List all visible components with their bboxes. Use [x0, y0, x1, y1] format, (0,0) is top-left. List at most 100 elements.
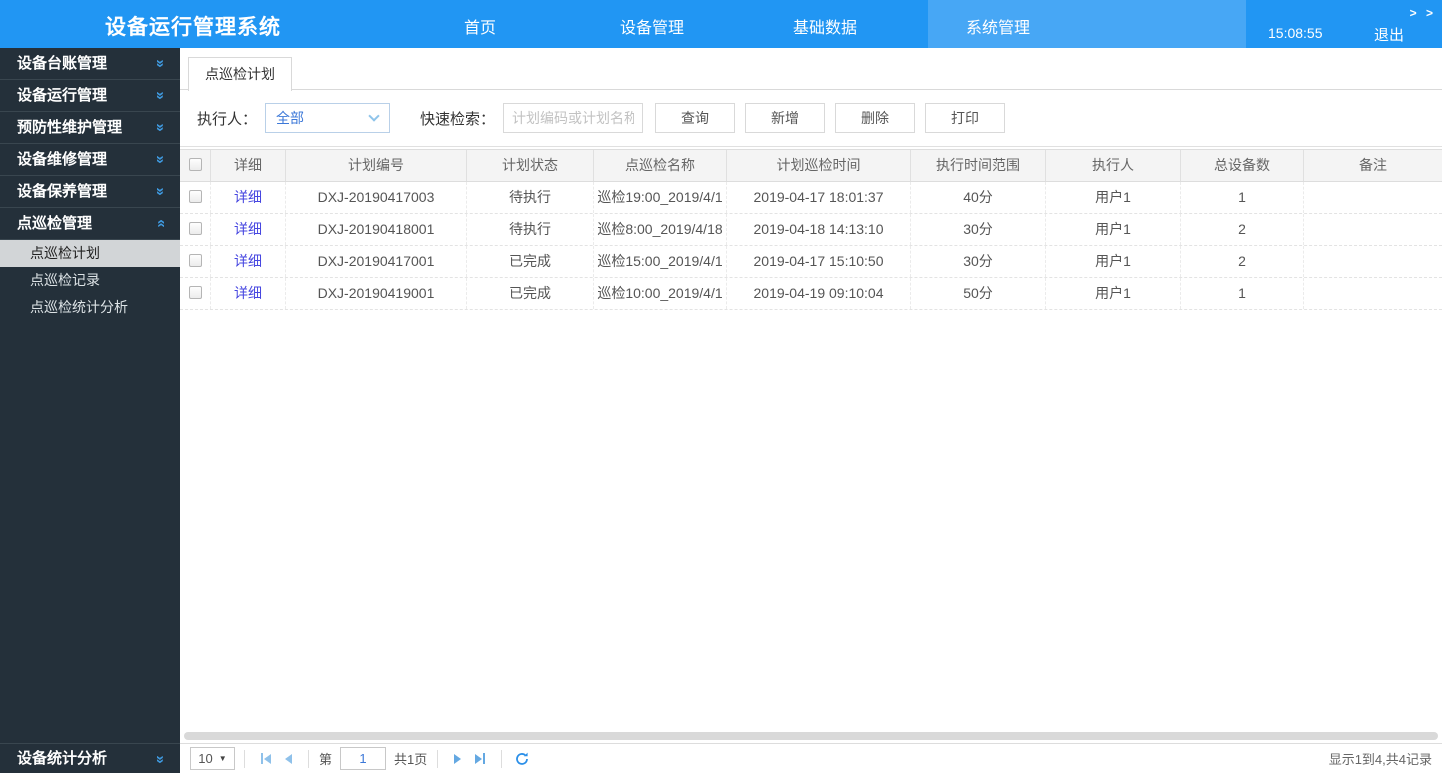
cell-duration: 30分 [911, 214, 1046, 245]
sidebar-item-label: 设备统计分析 [17, 750, 108, 767]
divider [244, 749, 245, 768]
print-button[interactable]: 打印 [925, 103, 1006, 133]
horizontal-scrollbar [180, 730, 1442, 743]
table-row: 详细 DXJ-20190417001 已完成 巡检15:00_2019/4/1 2019… [180, 246, 1442, 278]
prev-page-button[interactable] [285, 753, 292, 764]
cell-executor: 用户1 [1046, 182, 1181, 213]
caret-down-icon: ▼ [218, 754, 227, 763]
sidebar-item-bottom[interactable]: 设备统计分析 » [0, 743, 180, 773]
topnav-item-1[interactable]: 首页 [464, 14, 496, 38]
cell-name: 巡检8:00_2019/4/18 [594, 214, 727, 245]
cell-device-count: 2 [1181, 246, 1304, 277]
cell-status: 待执行 [467, 214, 594, 245]
column-header-6: 执行时间范围 [911, 150, 1046, 181]
cell-note [1304, 214, 1442, 245]
chevron-double-down-icon: » [152, 155, 169, 164]
detail-cell: 详细 [211, 246, 286, 277]
topnav-item-4[interactable]: 系统管理 [966, 14, 1030, 38]
detail-link[interactable]: 详细 [234, 221, 262, 237]
sidebar-item-label: 点巡检管理 [17, 215, 93, 232]
grid-body: 详细 DXJ-20190417003 待执行 巡检19:00_2019/4/1 2019… [180, 182, 1442, 310]
cell-executor: 用户1 [1046, 278, 1181, 309]
row-checkbox[interactable] [188, 222, 202, 236]
sidebar-item-3[interactable]: 预防性维护管理 » [0, 112, 180, 144]
cell-inspect-time: 2019-04-18 14:13:10 [727, 214, 911, 245]
table-row: 详细 DXJ-20190418001 待执行 巡检8:00_2019/4/18 2019… [180, 214, 1442, 246]
logout-button[interactable]: 退出 [1374, 24, 1404, 45]
row-checkbox-cell [180, 246, 211, 277]
page-count-label: 共1页 [394, 752, 428, 767]
sidebar-item-label: 设备运行管理 [17, 87, 108, 104]
cell-name: 巡检10:00_2019/4/1 [594, 278, 727, 309]
detail-cell: 详细 [211, 214, 286, 245]
page-size-value: 10 [198, 751, 213, 766]
chevron-down-icon [368, 110, 380, 122]
cell-duration: 50分 [911, 278, 1046, 309]
app-title: 设备运行管理系统 [105, 16, 281, 39]
cell-plan-code: DXJ-20190419001 [286, 278, 467, 309]
app-window: 设备运行管理系统 首页 设备管理 基础数据 系统管理 15:08:55 退出 > > … [0, 0, 1442, 773]
cell-duration: 30分 [911, 246, 1046, 277]
add-button[interactable]: 新增 [745, 103, 826, 133]
page-prefix-label: 第 [319, 752, 333, 767]
column-header-5: 计划巡检时间 [727, 150, 911, 181]
column-header-4: 点巡检名称 [594, 150, 727, 181]
sidebar-subitem-2[interactable]: 点巡检记录 [0, 267, 180, 294]
column-header-9: 备注 [1359, 157, 1387, 173]
tab-inspection-plan[interactable]: 点巡检计划 [188, 57, 292, 91]
row-checkbox[interactable] [188, 286, 202, 300]
horizontal-scrollbar-thumb[interactable] [184, 732, 1438, 740]
executor-select[interactable]: 全部 [265, 103, 391, 133]
sidebar-item-6[interactable]: 点巡检管理 » [0, 208, 180, 240]
sidebar-item-label: 设备维修管理 [17, 151, 108, 168]
grid-header-row: 详细 计划编号 计划状态 点巡检名称 计划巡检时间 执行时间范围 执行人 总设备数 备注 [180, 149, 1442, 182]
page-number-input[interactable] [340, 747, 387, 770]
sidebar-item-2[interactable]: 设备运行管理 » [0, 80, 180, 112]
quick-search-input[interactable] [503, 103, 644, 133]
sidebar-item-4[interactable]: 设备维修管理 » [0, 144, 180, 176]
topnav-item-3[interactable]: 基础数据 [793, 14, 857, 38]
delete-button[interactable]: 删除 [835, 103, 916, 133]
cell-plan-code: DXJ-20190417001 [286, 246, 467, 277]
chevron-double-down-icon: » [152, 187, 169, 196]
header-checkbox-cell [180, 150, 211, 181]
select-all-checkbox[interactable] [188, 158, 202, 172]
action-buttons: 查询 新增 删除 打印 [643, 103, 1006, 133]
cell-name: 巡检15:00_2019/4/1 [594, 246, 727, 277]
refresh-icon[interactable] [515, 752, 529, 766]
collapse-icon[interactable]: > > [1410, 6, 1436, 20]
column-header-1: 详细 [211, 150, 286, 181]
last-page-button[interactable] [475, 753, 486, 764]
detail-link[interactable]: 详细 [234, 253, 262, 269]
page-size-select[interactable]: 10 ▼ [190, 747, 235, 770]
column-header-2: 计划编号 [286, 150, 467, 181]
sidebar-item-1[interactable]: 设备台账管理 » [0, 48, 180, 80]
sidebar-item-label: 设备台账管理 [17, 55, 108, 72]
sidebar-subitem-1[interactable]: 点巡检计划 [0, 240, 180, 267]
cell-plan-code: DXJ-20190418001 [286, 214, 467, 245]
next-page-button[interactable] [454, 753, 462, 764]
cell-name: 巡检19:00_2019/4/1 [594, 182, 727, 213]
sidebar-item-label: 设备保养管理 [17, 183, 108, 200]
cell-device-count: 2 [1181, 214, 1304, 245]
cell-duration: 40分 [911, 182, 1046, 213]
column-header-3: 计划状态 [467, 150, 594, 181]
query-button[interactable]: 查询 [655, 103, 736, 133]
first-page-button[interactable] [261, 753, 271, 764]
quick-search-label: 快速检索： [420, 110, 496, 128]
detail-link[interactable]: 详细 [234, 189, 262, 205]
detail-link[interactable]: 详细 [234, 285, 262, 301]
cell-status: 待执行 [467, 182, 594, 213]
cell-note [1304, 246, 1442, 277]
column-header-8: 总设备数 [1181, 150, 1304, 181]
sidebar-subitem-3[interactable]: 点巡检统计分析 [0, 294, 180, 321]
detail-cell: 详细 [211, 278, 286, 309]
cell-inspect-time: 2019-04-17 18:01:37 [727, 182, 911, 213]
topnav-item-2[interactable]: 设备管理 [620, 14, 684, 38]
row-checkbox[interactable] [188, 190, 202, 204]
cell-plan-code: DXJ-20190417003 [286, 182, 467, 213]
pagination-bar: 10 ▼ 第 共1页 显示1到4,共4记录 [180, 743, 1442, 773]
row-checkbox[interactable] [188, 254, 202, 268]
row-checkbox-cell [180, 182, 211, 213]
sidebar-item-5[interactable]: 设备保养管理 » [0, 176, 180, 208]
